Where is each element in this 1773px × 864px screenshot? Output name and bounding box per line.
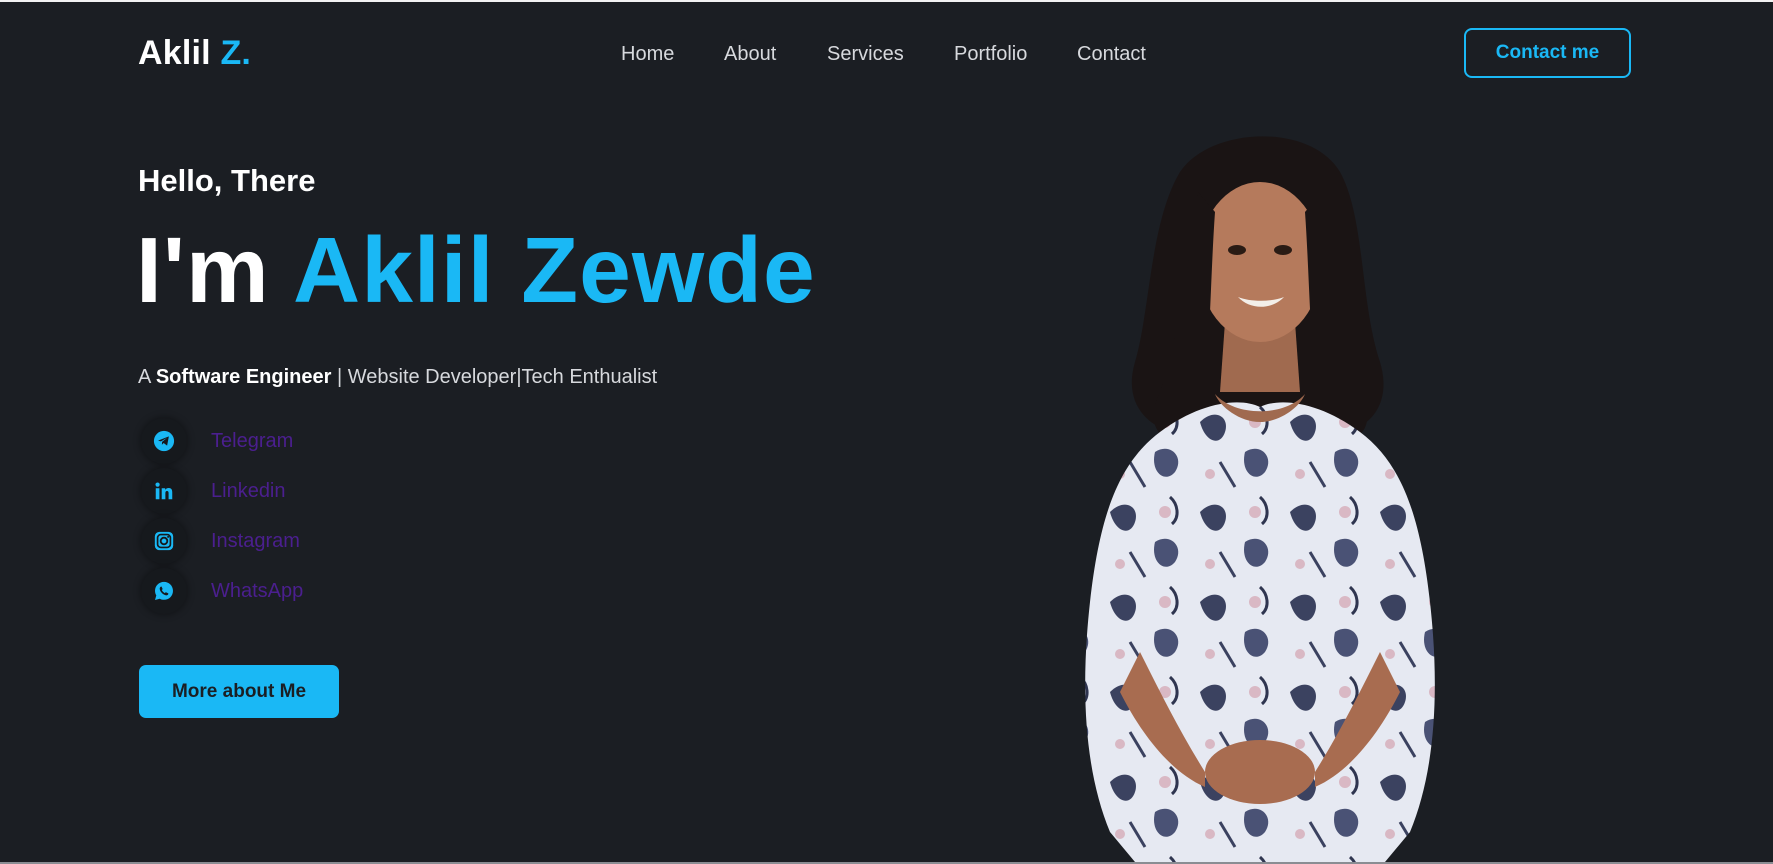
hero-tagline: A Software Engineer | Website Developer|…	[138, 366, 657, 389]
contact-me-button[interactable]: Contact me	[1464, 28, 1631, 78]
instagram-icon	[141, 518, 187, 564]
social-link-instagram[interactable]: Instagram	[141, 518, 341, 564]
logo-accent-text: Z.	[220, 34, 252, 72]
whatsapp-icon	[141, 568, 187, 614]
social-label-instagram: Instagram	[211, 529, 300, 552]
logo-main-text: Aklil	[138, 34, 211, 72]
nav-item-about[interactable]: About	[724, 43, 776, 66]
nav-item-contact[interactable]: Contact	[1077, 43, 1146, 66]
hero-title: I'm Aklil Zewde	[136, 224, 816, 317]
nav-item-portfolio[interactable]: Portfolio	[954, 43, 1027, 66]
social-link-whatsapp[interactable]: WhatsApp	[141, 568, 341, 614]
linkedin-icon	[141, 468, 187, 514]
tagline-prefix: A	[138, 366, 151, 388]
social-label-linkedin: Linkedin	[211, 479, 286, 502]
site-logo[interactable]: Aklil Z.	[138, 34, 251, 73]
telegram-icon	[141, 418, 187, 464]
tagline-role: Software Engineer	[155, 366, 332, 388]
social-link-linkedin[interactable]: Linkedin	[141, 468, 341, 514]
social-label-whatsapp: WhatsApp	[211, 579, 304, 602]
social-label-telegram: Telegram	[211, 429, 294, 452]
hero-greeting: Hello, There	[138, 163, 316, 198]
tagline-rest: | Website Developer|Tech Enthualist	[336, 366, 658, 388]
hero-title-prefix: I'm	[136, 218, 270, 322]
portrait-image	[1085, 136, 1435, 862]
more-about-me-button[interactable]: More about Me	[139, 665, 339, 718]
hero-title-name: Aklil Zewde	[293, 218, 816, 322]
page: Aklil Z. Home About Services Portfolio C…	[0, 0, 1773, 864]
nav-item-home[interactable]: Home	[621, 43, 674, 66]
nav-item-services[interactable]: Services	[827, 43, 904, 66]
social-link-telegram[interactable]: Telegram	[141, 418, 341, 464]
